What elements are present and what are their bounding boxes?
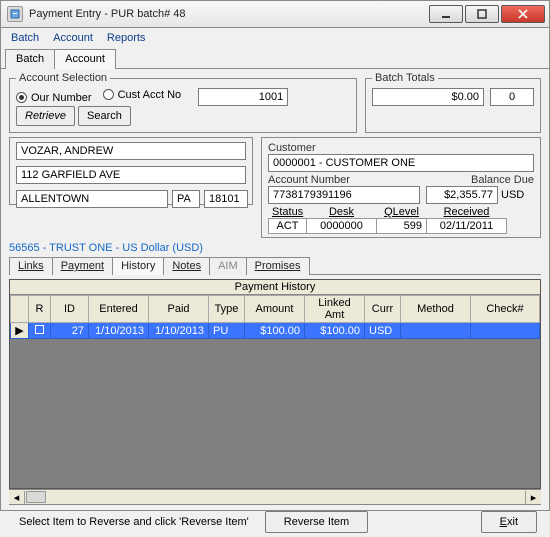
grid-empty-area bbox=[10, 339, 540, 488]
customer-field[interactable] bbox=[268, 154, 534, 172]
col-curr[interactable]: Curr bbox=[365, 296, 401, 323]
exit-button[interactable]: Exit bbox=[481, 511, 537, 533]
cell-linked-amt: $100.00 bbox=[305, 323, 365, 339]
address-street[interactable] bbox=[16, 166, 246, 184]
row-indicator-icon: ▶ bbox=[11, 323, 29, 339]
search-button[interactable]: Search bbox=[78, 106, 131, 126]
col-method[interactable]: Method bbox=[401, 296, 471, 323]
cell-checkno bbox=[471, 323, 540, 339]
cell-entered: 1/10/2013 bbox=[89, 323, 149, 339]
window-title: Payment Entry - PUR batch# 48 bbox=[29, 8, 427, 20]
tab-batch[interactable]: Batch bbox=[5, 49, 55, 69]
account-selection-group: Account Selection Our Number Cust Acct N… bbox=[9, 72, 357, 133]
customer-box: Customer Account Number Balance Due $2,3… bbox=[261, 137, 541, 238]
address-zip[interactable] bbox=[204, 190, 248, 208]
menu-batch[interactable]: Batch bbox=[11, 32, 39, 44]
cell-amount: $100.00 bbox=[245, 323, 305, 339]
col-type[interactable]: Type bbox=[209, 296, 245, 323]
footer-bar: Select Item to Reverse and click 'Revers… bbox=[1, 505, 549, 537]
tab-promises[interactable]: Promises bbox=[246, 257, 310, 275]
label-customer: Customer bbox=[268, 142, 534, 154]
cell-curr: USD bbox=[365, 323, 401, 339]
menu-bar: Batch Account Reports bbox=[1, 28, 549, 48]
cell-paid: 1/10/2013 bbox=[149, 323, 209, 339]
menu-reports[interactable]: Reports bbox=[107, 32, 146, 44]
cell-type: PU bbox=[209, 323, 245, 339]
entry-tabs: Batch Account bbox=[1, 48, 549, 68]
batch-total-amount: $0.00 bbox=[372, 88, 484, 106]
retrieve-button[interactable]: Retrieve bbox=[16, 106, 75, 126]
close-button[interactable] bbox=[501, 5, 545, 23]
cell-method bbox=[401, 323, 471, 339]
currency-label: USD bbox=[501, 189, 524, 201]
title-bar: Payment Entry - PUR batch# 48 bbox=[0, 0, 550, 28]
scroll-left-icon[interactable]: ◂ bbox=[9, 491, 25, 504]
qlevel-value: 599 bbox=[376, 218, 427, 234]
radio-cust-acct-no-label: Cust Acct No bbox=[118, 89, 182, 101]
tab-history[interactable]: History bbox=[112, 257, 164, 275]
col-paid[interactable]: Paid bbox=[149, 296, 209, 323]
address-box bbox=[9, 137, 253, 205]
scroll-thumb[interactable] bbox=[26, 491, 46, 503]
address-city[interactable] bbox=[16, 190, 168, 208]
reverse-checkbox-icon[interactable] bbox=[35, 325, 44, 334]
col-amount[interactable]: Amount bbox=[245, 296, 305, 323]
account-selection-legend: Account Selection bbox=[16, 72, 110, 84]
tab-links[interactable]: Links bbox=[9, 257, 53, 275]
account-detail-tabs: Links Payment History Notes AIM Promises bbox=[1, 256, 549, 274]
col-id[interactable]: ID bbox=[51, 296, 89, 323]
reverse-item-button[interactable]: Reverse Item bbox=[265, 511, 368, 533]
cell-r bbox=[29, 323, 51, 339]
radio-our-number-label: Our Number bbox=[31, 92, 92, 104]
desk-value: 0000000 bbox=[306, 218, 377, 234]
batch-total-count: 0 bbox=[490, 88, 534, 106]
tab-payment[interactable]: Payment bbox=[52, 257, 113, 275]
col-checkno[interactable]: Check# bbox=[471, 296, 540, 323]
balance-due: $2,355.77 bbox=[426, 186, 498, 204]
batch-totals-legend: Batch Totals bbox=[372, 72, 438, 84]
trust-line: 56565 - TRUST ONE - US Dollar (USD) bbox=[1, 240, 549, 256]
table-row[interactable]: ▶ 27 1/10/2013 1/10/2013 PU $100.00 $100… bbox=[11, 323, 540, 339]
maximize-button[interactable] bbox=[465, 5, 499, 23]
account-number-field[interactable] bbox=[268, 186, 420, 204]
address-state[interactable] bbox=[172, 190, 200, 208]
cell-id: 27 bbox=[51, 323, 89, 339]
menu-account[interactable]: Account bbox=[53, 32, 93, 44]
received-value: 02/11/2011 bbox=[426, 218, 507, 234]
app-icon bbox=[7, 6, 23, 22]
horizontal-scrollbar[interactable]: ◂ ▸ bbox=[9, 489, 541, 505]
payment-history-grid: Payment History R ID Entered Paid Type A… bbox=[9, 279, 541, 489]
label-account-number: Account Number bbox=[268, 174, 420, 186]
address-name[interactable] bbox=[16, 142, 246, 160]
grid-header-row: R ID Entered Paid Type Amount Linked Amt… bbox=[11, 296, 540, 323]
batch-totals-group: Batch Totals $0.00 0 bbox=[365, 72, 541, 133]
row-selector-header bbox=[11, 296, 29, 323]
footer-hint: Select Item to Reverse and click 'Revers… bbox=[19, 516, 249, 528]
col-r[interactable]: R bbox=[29, 296, 51, 323]
col-linked-amt[interactable]: Linked Amt bbox=[305, 296, 365, 323]
radio-our-number[interactable]: Our Number bbox=[16, 92, 92, 104]
label-balance-due: Balance Due bbox=[426, 174, 534, 186]
col-entered[interactable]: Entered bbox=[89, 296, 149, 323]
tab-notes[interactable]: Notes bbox=[163, 257, 210, 275]
status-value: ACT bbox=[268, 218, 307, 234]
tab-account[interactable]: Account bbox=[54, 49, 116, 69]
account-search-input[interactable] bbox=[198, 88, 288, 106]
radio-cust-acct-no[interactable]: Cust Acct No bbox=[103, 89, 182, 101]
minimize-button[interactable] bbox=[429, 5, 463, 23]
scroll-right-icon[interactable]: ▸ bbox=[525, 491, 541, 504]
tab-aim[interactable]: AIM bbox=[209, 257, 247, 275]
grid-title: Payment History bbox=[10, 280, 540, 295]
